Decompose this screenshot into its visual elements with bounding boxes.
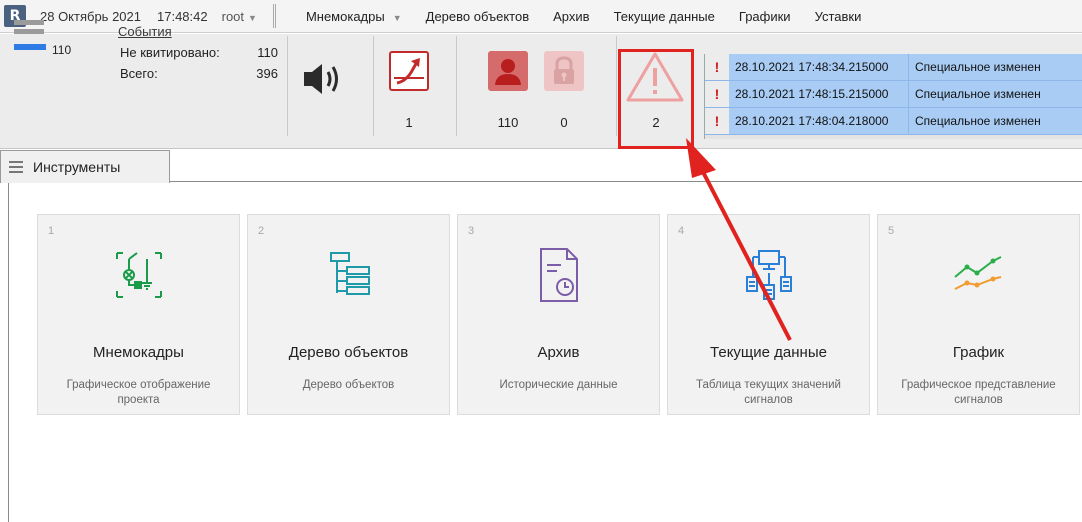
lock-icon — [554, 56, 574, 84]
card-index: 1 — [48, 225, 55, 237]
event-message: Специальное изменен — [909, 108, 1082, 134]
card-title: Мнемокадры — [93, 344, 184, 361]
current-time: 17:48:42 — [157, 8, 208, 24]
lock-alarm-button[interactable] — [544, 51, 584, 91]
chevron-down-icon: ▼ — [392, 12, 402, 23]
user-icon — [495, 59, 521, 85]
object-tree-icon — [309, 235, 389, 315]
alert-icon: ! — [705, 81, 729, 107]
event-message: Специальное изменен — [909, 54, 1082, 80]
card-description: Таблица текущих значений сигналов — [696, 379, 841, 406]
card-index: 3 — [468, 225, 475, 237]
divider — [287, 36, 288, 136]
menu-item-archive[interactable]: Архив — [541, 9, 601, 24]
tab-tools[interactable]: Инструменты — [0, 150, 170, 183]
events-link[interactable]: События — [118, 24, 278, 39]
unack-value: 110 — [257, 45, 278, 60]
menu-item-object-tree[interactable]: Дерево объектов — [414, 9, 541, 24]
tool-card-archive[interactable]: 3 Архив Исторические данные — [457, 214, 660, 415]
menu-item-mnemo-label: Мнемокадры — [305, 8, 385, 24]
alert-icon: ! — [705, 54, 729, 80]
chevron-down-icon: ▼ — [248, 12, 257, 23]
table-row[interactable]: ! 28.10.2021 17:48:04.218000 Специальное… — [705, 108, 1082, 135]
event-log-table: ! 28.10.2021 17:48:34.215000 Специальное… — [704, 54, 1082, 139]
card-index: 4 — [678, 225, 685, 237]
menu-item-mnemo[interactable]: Мнемокадры ▼ — [296, 9, 414, 24]
current-date: 28 Октябрь 2021 — [40, 8, 141, 24]
card-description: Исторические данные — [499, 379, 618, 391]
level-bar-active — [14, 44, 46, 50]
trend-count: 1 — [405, 115, 413, 130]
alert-icon: ! — [705, 108, 729, 134]
menu-item-current-data[interactable]: Текущие данные — [602, 9, 727, 24]
network-data-icon — [729, 235, 809, 315]
user-name: root — [221, 8, 245, 24]
hamburger-icon[interactable] — [9, 158, 23, 176]
tab-bar: Инструменты — [0, 150, 1082, 183]
card-title: Дерево объектов — [288, 344, 409, 361]
table-row[interactable]: ! 28.10.2021 17:48:15.215000 Специальное… — [705, 81, 1082, 108]
trend-up-icon — [394, 58, 424, 85]
tool-card-charts[interactable]: 5 График Графическое представление сигна… — [877, 214, 1080, 415]
level-bar — [14, 20, 44, 25]
card-title: Текущие данные — [710, 344, 827, 361]
unack-label: Не квитировано: — [120, 45, 220, 60]
table-row[interactable]: ! 28.10.2021 17:48:34.215000 Специальное… — [705, 54, 1082, 81]
user-menu[interactable]: root ▼ — [222, 9, 257, 24]
total-row: Всего: 396 — [120, 66, 278, 81]
divider — [456, 36, 457, 136]
card-description: Дерево объектов — [302, 379, 395, 391]
level-count: 110 — [52, 43, 72, 57]
card-index: 5 — [888, 225, 895, 237]
tool-card-object-tree[interactable]: 2 Дерево объектов Дерево объектов — [247, 214, 450, 415]
card-description: Графическое представление сигналов — [901, 379, 1056, 406]
main-menu: Мнемокадры ▼ Дерево объектов Архив Текущи… — [296, 9, 873, 24]
trend-alarm-button[interactable] — [389, 51, 429, 91]
menu-item-charts[interactable]: Графики — [727, 9, 803, 24]
card-title: Архив — [537, 344, 580, 361]
divider — [616, 36, 617, 136]
event-message: Специальное изменен — [909, 81, 1082, 107]
level-indicator — [14, 20, 46, 54]
event-timestamp: 28.10.2021 17:48:04.218000 — [729, 108, 909, 134]
lock-count: 0 — [560, 115, 568, 130]
events-summary: События Не квитировано: 110 Всего: 396 — [118, 24, 278, 87]
tool-card-mnemo[interactable]: 1 Мнемокадры Графическое отображение про… — [37, 214, 240, 415]
tool-card-current-data[interactable]: 4 Текущие данные Таблица текущих значени… — [667, 214, 870, 415]
tab-tools-label: Инструменты — [33, 159, 121, 175]
line-chart-icon — [939, 235, 1019, 315]
archive-document-clock-icon — [519, 235, 599, 315]
total-label: Всего: — [120, 66, 158, 81]
event-timestamp: 28.10.2021 17:48:15.215000 — [729, 81, 909, 107]
total-value: 396 — [256, 66, 278, 81]
card-index: 2 — [258, 225, 265, 237]
unack-row: Не квитировано: 110 — [120, 45, 278, 60]
user-alarm-button[interactable] — [488, 51, 528, 91]
mnemo-scheme-icon — [99, 235, 179, 315]
divider — [373, 36, 374, 136]
speaker-icon[interactable] — [300, 60, 344, 101]
card-description: Графическое отображение проекта — [66, 379, 211, 406]
event-timestamp: 28.10.2021 17:48:34.215000 — [729, 54, 909, 80]
card-title: График — [952, 344, 1005, 361]
menu-item-setpoints[interactable]: Уставки — [803, 9, 874, 24]
user-count: 110 — [497, 115, 519, 130]
highlight-box — [618, 49, 694, 149]
level-bar — [14, 29, 44, 34]
